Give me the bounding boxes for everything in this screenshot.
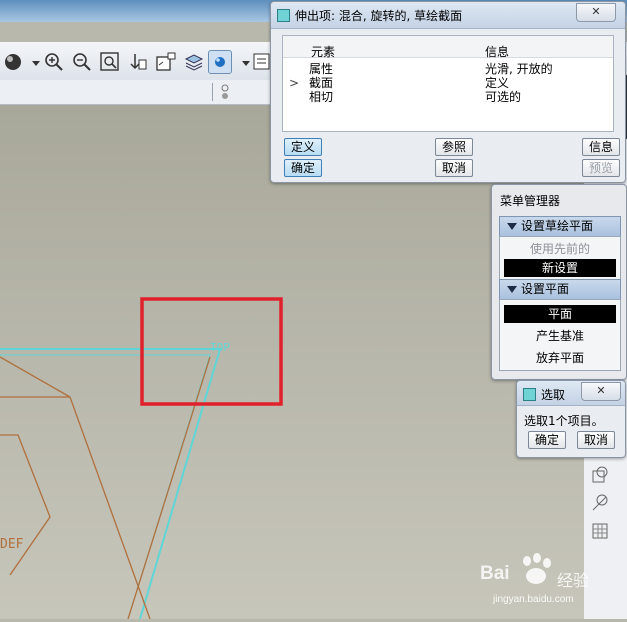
watermark-brand-suffix: 经验 (557, 571, 590, 590)
collapse-triangle-icon (507, 286, 517, 293)
menu-header-label: 设置草绘平面 (521, 219, 594, 233)
zoom-out-icon[interactable] (70, 50, 94, 74)
reference-button[interactable]: 参照 (435, 138, 473, 156)
window-icon (523, 388, 536, 401)
collapse-triangle-icon (507, 223, 517, 230)
menu-box-sketch-plane: 使用先前的 新设置 (499, 236, 621, 280)
preview-button[interactable]: 预览 (582, 159, 620, 177)
chevron-down-icon[interactable] (234, 50, 250, 74)
select-dialog: 选取 ✕ 选取1个项目。 确定 取消 (516, 380, 626, 458)
datum-plane-top[interactable] (0, 348, 222, 620)
spin-center-icon[interactable] (219, 82, 231, 102)
column-header-info: 信息 (485, 45, 510, 59)
menu-item-plane[interactable]: 平面 (504, 305, 616, 323)
select-dialog-title: 选取 (541, 388, 566, 402)
element-table: 元素 信息 > 属性 光滑, 开放的 截面 定义 相切 可选的 (282, 35, 614, 132)
row-element: 属性 (309, 62, 334, 76)
row-element: 相切 (309, 90, 334, 104)
shading-sphere-icon[interactable] (2, 50, 26, 74)
select-message: 选取1个项目。 (524, 414, 604, 428)
datum-axis-tool-icon[interactable] (590, 493, 610, 513)
menu-header-label: 设置平面 (521, 282, 570, 296)
toolbar-divider (212, 83, 213, 101)
current-row-marker: > (289, 76, 300, 90)
watermark-brand: Bai (480, 563, 510, 584)
zoom-in-icon[interactable] (42, 50, 66, 74)
menu-box-set-plane: 平面 产生基准 放弃平面 (499, 299, 621, 371)
info-button[interactable]: 信息 (582, 138, 620, 156)
row-info: 光滑, 开放的 (485, 62, 553, 76)
layers-icon[interactable] (182, 50, 206, 74)
refit-icon[interactable] (98, 50, 122, 74)
window-icon (277, 9, 290, 22)
menu-item-quit-plane[interactable]: 放弃平面 (504, 349, 616, 367)
feature-dialog-title: 伸出项: 混合, 旋转的, 草绘截面 (295, 9, 463, 23)
datum-plane-tool-icon[interactable] (590, 465, 610, 485)
feature-dialog-titlebar[interactable]: 伸出项: 混合, 旋转的, 草绘截面 ✕ (271, 2, 625, 29)
paw-logo-icon (523, 553, 551, 584)
row-element: 截面 (309, 76, 334, 90)
close-icon[interactable]: ✕ (576, 3, 616, 22)
define-button[interactable]: 定义 (284, 138, 322, 156)
grid-tool-icon[interactable] (590, 521, 610, 541)
menu-header-set-plane[interactable]: 设置平面 (499, 279, 621, 300)
saved-views-icon[interactable] (154, 50, 178, 74)
menu-item-use-previous[interactable]: 使用先前的 (504, 240, 616, 258)
select-dialog-titlebar[interactable]: 选取 ✕ (517, 381, 625, 406)
row-info: 定义 (485, 76, 510, 90)
menu-item-create-datum[interactable]: 产生基准 (504, 327, 616, 345)
select-cancel-button[interactable]: 取消 (577, 431, 615, 449)
watermark-url: jingyan.baidu.com (493, 594, 574, 605)
menu-manager: 菜单管理器 设置草绘平面 使用先前的 新设置 设置平面 平面 产生基准 放弃平面 (491, 184, 627, 380)
row-info: 可选的 (485, 90, 522, 104)
select-ok-button[interactable]: 确定 (528, 431, 566, 449)
ok-button[interactable]: 确定 (284, 159, 322, 177)
column-header-element: 元素 (311, 45, 336, 59)
cancel-button[interactable]: 取消 (435, 159, 473, 177)
reorient-icon[interactable] (126, 50, 150, 74)
display-style-icon[interactable] (208, 50, 232, 74)
chevron-down-icon[interactable] (24, 50, 40, 74)
close-icon[interactable]: ✕ (581, 382, 621, 401)
menu-item-new-setup[interactable]: 新设置 (504, 259, 616, 277)
datum-label-def: DEF (0, 537, 24, 552)
datum-label-top: TOP (210, 341, 230, 354)
menu-manager-title: 菜单管理器 (500, 194, 561, 208)
menu-header-sketch-plane[interactable]: 设置草绘平面 (499, 216, 621, 237)
feature-dialog: 伸出项: 混合, 旋转的, 草绘截面 ✕ 元素 信息 > 属性 光滑, 开放的 … (270, 1, 626, 183)
